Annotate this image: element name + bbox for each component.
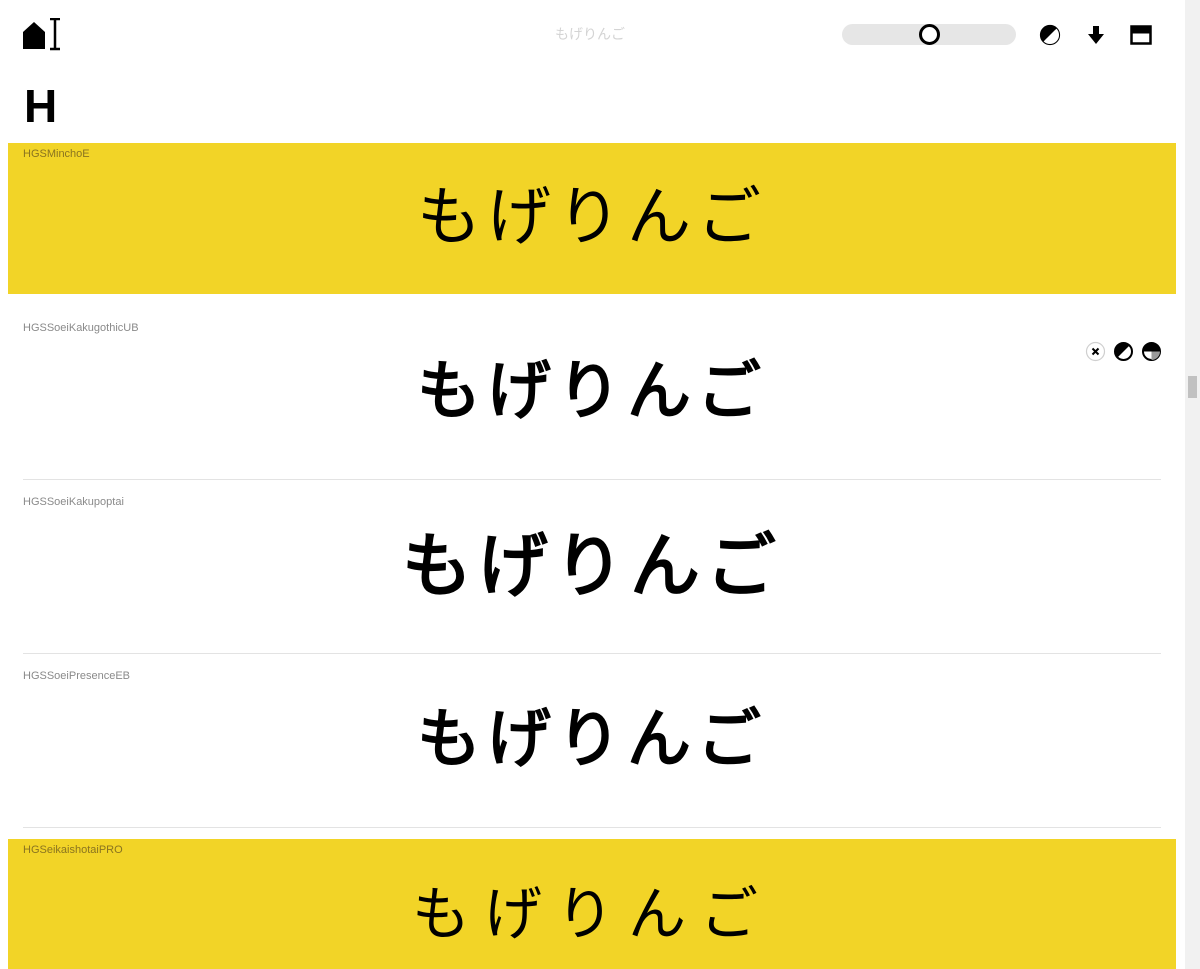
font-row[interactable]: HGSSoeiKakupoptai もげりんご [8, 491, 1176, 654]
font-list: HGSMinchoE もげりんご HGSSoeiKakugothicUB もげり… [0, 143, 1185, 969]
layout-toggle-button[interactable] [1128, 22, 1154, 48]
font-row[interactable]: HGSSoeiKakugothicUB もげりんご [8, 317, 1176, 480]
font-catalog-page: H HGSMinchoE もげりんご HGSSoeiKakugothicUB [0, 0, 1200, 969]
contrast-icon [1039, 24, 1061, 46]
slider-knob[interactable] [919, 24, 940, 45]
font-sample-text: もげりんご [417, 703, 767, 777]
vertical-scrollbar[interactable] [1185, 0, 1200, 969]
font-name-label: HGSMinchoE [23, 148, 90, 160]
download-button[interactable] [1083, 22, 1109, 48]
contrast-toggle-button[interactable] [1037, 22, 1063, 48]
font-name-label: HGSSoeiPresenceEB [23, 670, 130, 682]
download-icon [1088, 26, 1104, 44]
font-size-slider[interactable] [842, 24, 1016, 45]
font-name-label: HGSSoeiKakugothicUB [23, 322, 139, 334]
font-row[interactable]: HGSMinchoE もげりんご [8, 143, 1176, 294]
scrollbar-thumb[interactable] [1188, 376, 1197, 398]
font-row[interactable]: HGSeikaishotaiPRO もげりんご [8, 839, 1176, 969]
font-sample-text: もげりんご [411, 880, 772, 948]
font-sample-text: もげりんご [417, 355, 767, 429]
font-name-label: HGSeikaishotaiPRO [23, 844, 123, 856]
font-row[interactable]: HGSSoeiPresenceEB もげりんご [8, 665, 1176, 828]
font-logo-icon[interactable] [22, 18, 64, 52]
section-letter-heading: H [24, 80, 58, 132]
font-sample-text: もげりんご [417, 181, 767, 255]
layout-toggle-icon [1130, 25, 1152, 45]
font-name-label: HGSSoeiKakupoptai [23, 496, 124, 508]
preview-text-input[interactable] [500, 20, 680, 48]
font-sample-text: もげりんご [402, 525, 782, 607]
top-bar [0, 0, 1185, 70]
